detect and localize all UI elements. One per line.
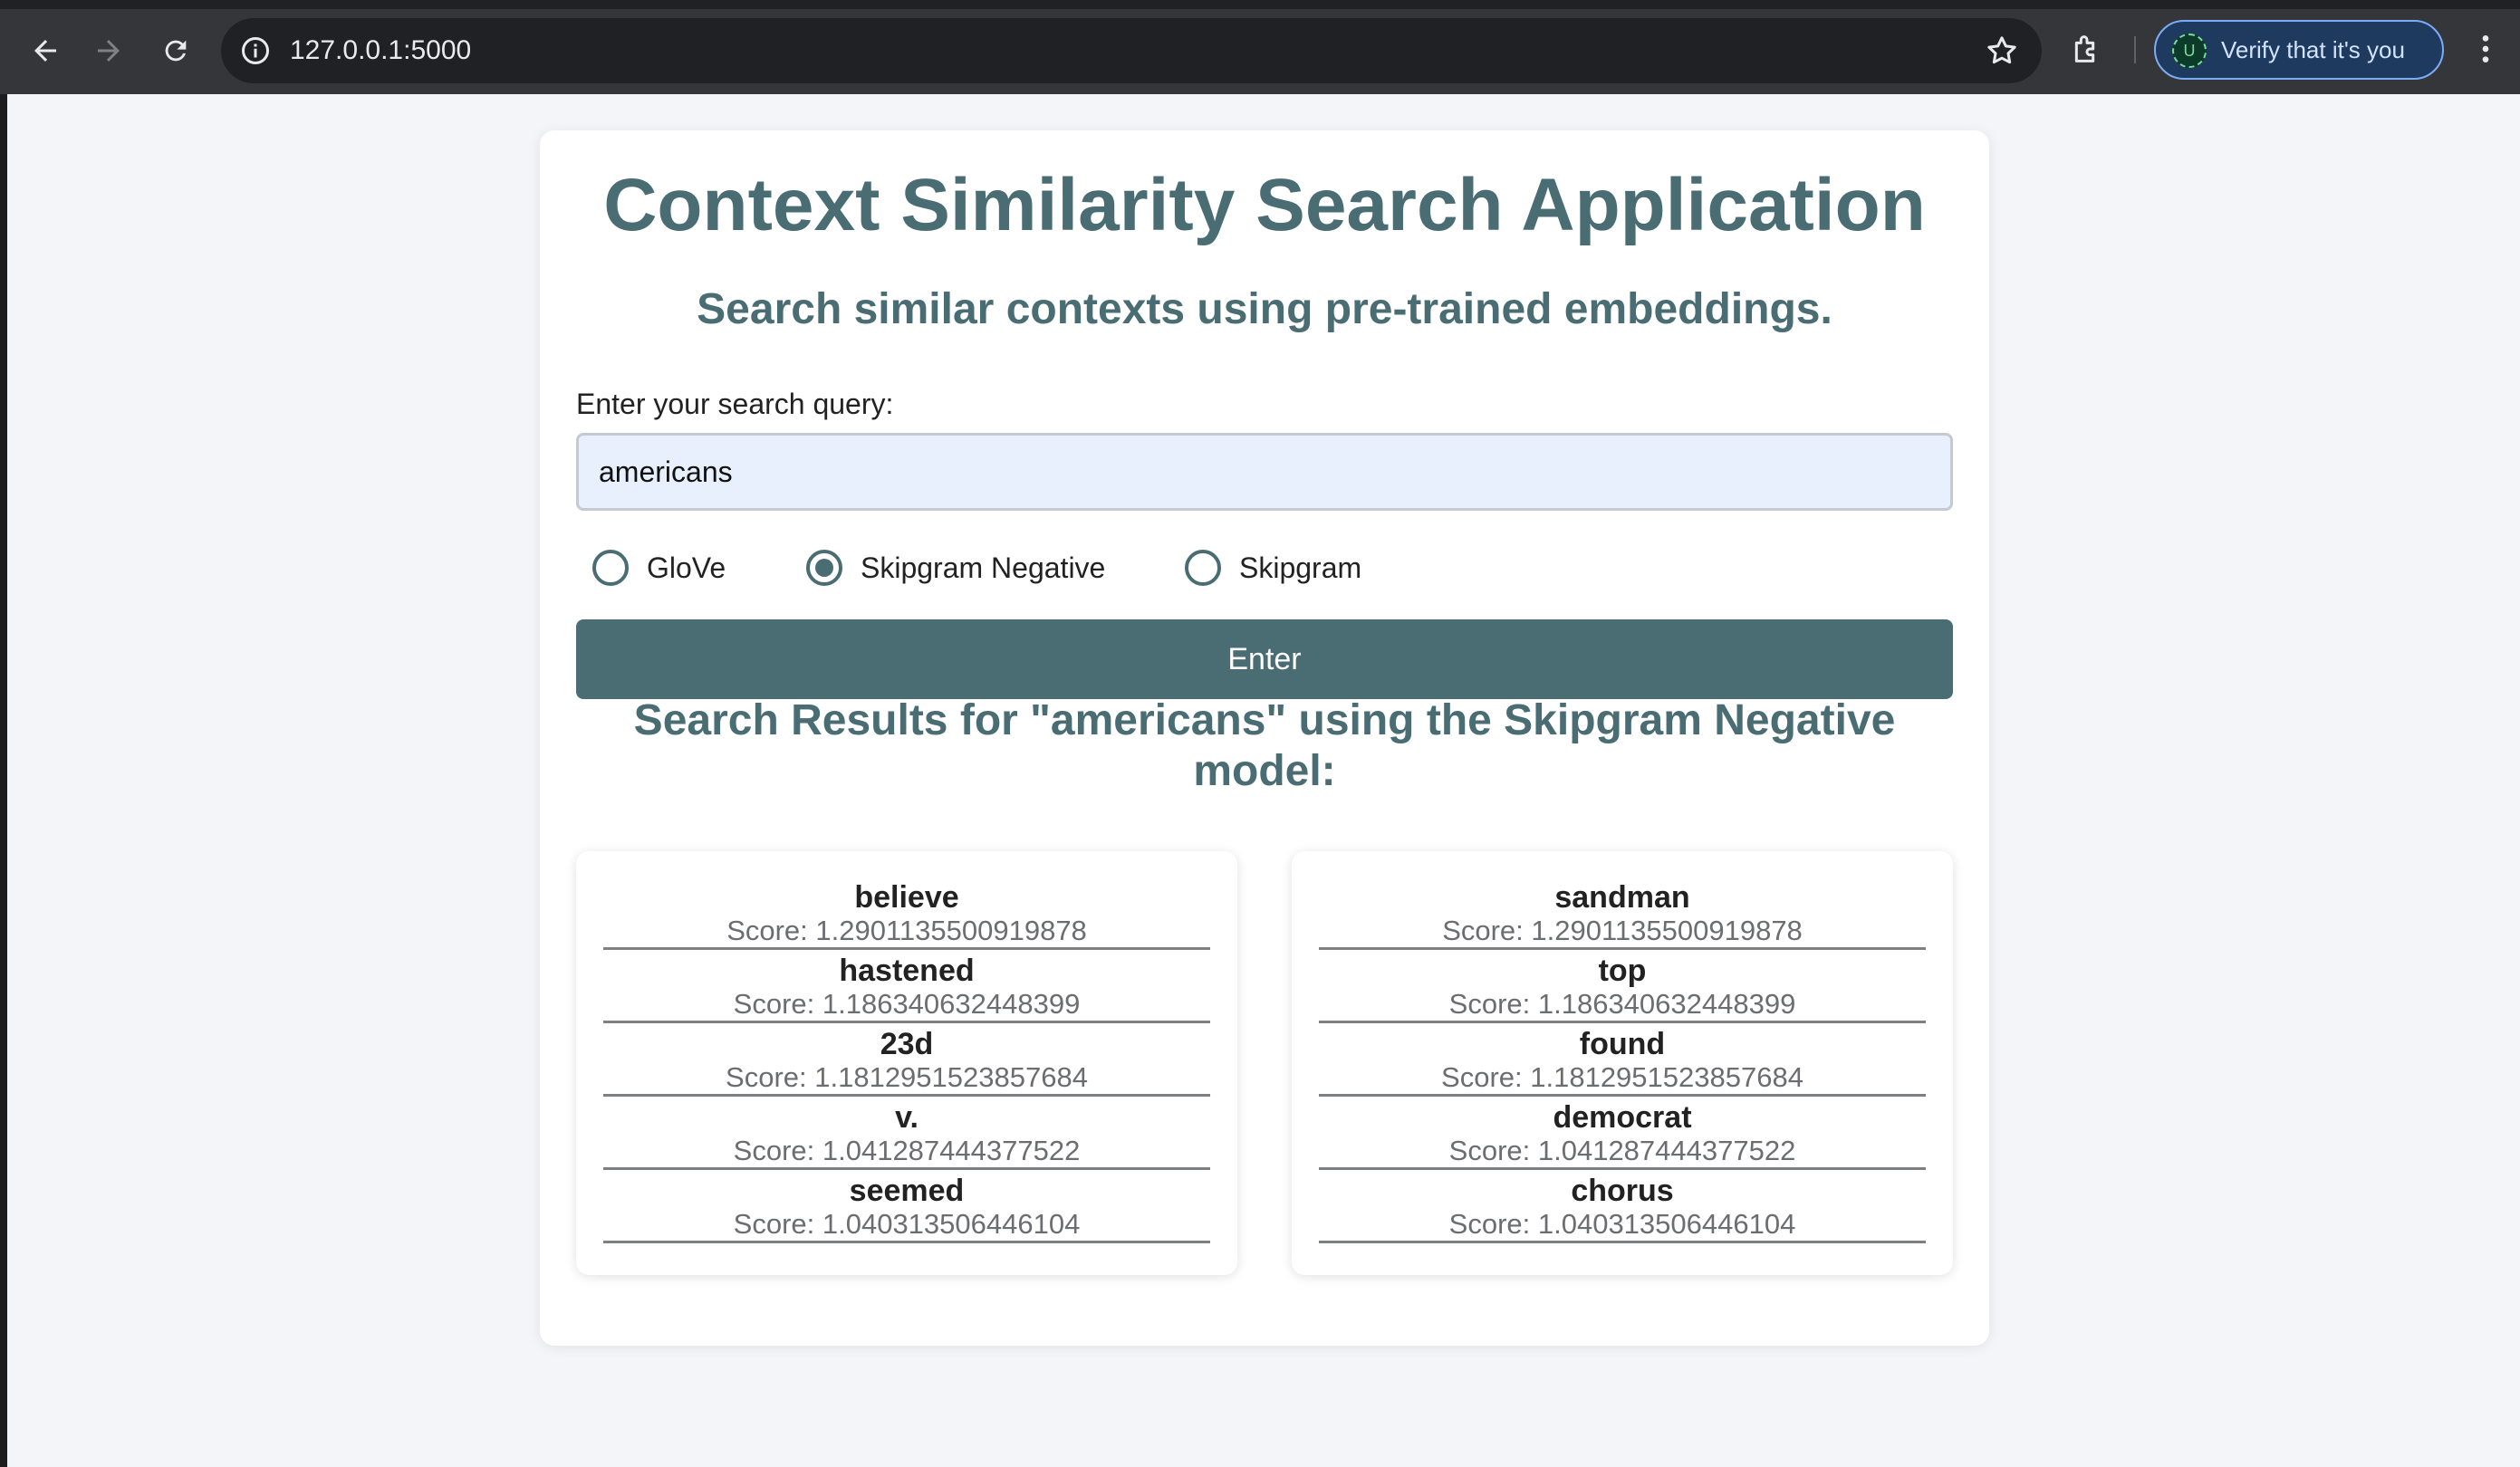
profile-avatar: U	[2172, 34, 2207, 68]
radio-skipgram-label[interactable]: Skipgram	[1239, 551, 1361, 585]
result-item: found Score: 1.1812951523857684	[1319, 1023, 1926, 1097]
result-word: top	[1598, 954, 1647, 988]
result-score: Score: 1.040313506446104	[733, 1208, 1081, 1240]
result-score: Score: 1.1812951523857684	[726, 1061, 1088, 1093]
enter-button[interactable]: Enter	[576, 619, 1953, 699]
search-card: Context Similarity Search Application Se…	[540, 130, 1989, 1346]
radio-skipgram-circle[interactable]	[1185, 550, 1221, 586]
radio-skipgram-negative-circle[interactable]	[806, 550, 842, 586]
result-word: believe	[854, 880, 959, 915]
search-input[interactable]	[576, 433, 1953, 511]
radio-glove[interactable]: GloVe	[592, 545, 726, 590]
radio-skipgram[interactable]: Skipgram	[1185, 545, 1361, 590]
result-word: democrat	[1553, 1100, 1692, 1135]
verify-identity-button[interactable]: U Verify that it's you	[2154, 20, 2444, 80]
result-item: 23d Score: 1.1812951523857684	[603, 1023, 1210, 1097]
results-left-column: believe Score: 1.2901135500919878 hasten…	[576, 851, 1237, 1275]
results-heading: Search Results for "americans" using the…	[633, 696, 1896, 795]
result-word: v.	[895, 1100, 919, 1135]
forward-icon	[98, 40, 120, 62]
reload-icon	[165, 40, 187, 62]
result-score: Score: 1.186340632448399	[1448, 988, 1796, 1020]
page-title: Context Similarity Search Application	[603, 164, 1926, 246]
result-item: chorus Score: 1.040313506446104	[1319, 1170, 1926, 1243]
info-icon[interactable]	[239, 34, 272, 67]
result-score: Score: 1.041287444377522	[733, 1135, 1081, 1166]
result-score: Score: 1.1812951523857684	[1441, 1061, 1803, 1093]
result-word: sandman	[1554, 880, 1690, 915]
page-subtitle: Search similar contexts using pre-traine…	[697, 285, 1832, 333]
back-button[interactable]	[20, 25, 71, 76]
result-score: Score: 1.041287444377522	[1448, 1135, 1796, 1166]
radio-skipgram-negative[interactable]: Skipgram Negative	[806, 545, 1105, 590]
result-item: v. Score: 1.041287444377522	[603, 1097, 1210, 1170]
window-edge	[0, 94, 7, 1467]
result-score: Score: 1.040313506446104	[1448, 1208, 1796, 1240]
reload-button[interactable]	[150, 25, 201, 76]
result-item: top Score: 1.186340632448399	[1319, 950, 1926, 1023]
forward-button[interactable]	[83, 25, 134, 76]
browser-toolbar: 127.0.0.1:5000 U Verify that it's you	[0, 0, 2520, 94]
result-word: found	[1579, 1027, 1666, 1061]
star-icon[interactable]	[1984, 33, 2020, 69]
result-score: Score: 1.2901135500919878	[726, 915, 1087, 946]
result-word: chorus	[1571, 1174, 1674, 1208]
back-icon	[34, 40, 56, 62]
radio-skipgram-negative-label[interactable]: Skipgram Negative	[861, 551, 1105, 585]
url-text[interactable]: 127.0.0.1:5000	[290, 18, 471, 83]
result-item: seemed Score: 1.040313506446104	[603, 1170, 1210, 1243]
result-item: sandman Score: 1.2901135500919878	[1319, 877, 1926, 950]
result-word: seemed	[849, 1174, 965, 1208]
result-word: hastened	[839, 954, 975, 988]
result-item: democrat Score: 1.041287444377522	[1319, 1097, 1926, 1170]
result-item: hastened Score: 1.186340632448399	[603, 950, 1210, 1023]
toolbar-divider	[2134, 36, 2136, 63]
result-score: Score: 1.186340632448399	[733, 988, 1081, 1020]
verify-label: Verify that it's you	[2221, 36, 2405, 63]
query-label: Enter your search query:	[576, 388, 894, 420]
extensions-icon[interactable]	[2069, 31, 2105, 67]
tab-strip	[0, 0, 2520, 9]
radio-glove-label[interactable]: GloVe	[647, 551, 726, 585]
result-item: believe Score: 1.2901135500919878	[603, 877, 1210, 950]
radio-glove-circle[interactable]	[592, 550, 629, 586]
more-vert-icon[interactable]	[2467, 31, 2504, 67]
address-bar[interactable]: 127.0.0.1:5000	[221, 18, 2042, 83]
results-right-column: sandman Score: 1.2901135500919878 top Sc…	[1292, 851, 1953, 1275]
result-word: 23d	[880, 1027, 934, 1061]
result-score: Score: 1.2901135500919878	[1442, 915, 1803, 946]
